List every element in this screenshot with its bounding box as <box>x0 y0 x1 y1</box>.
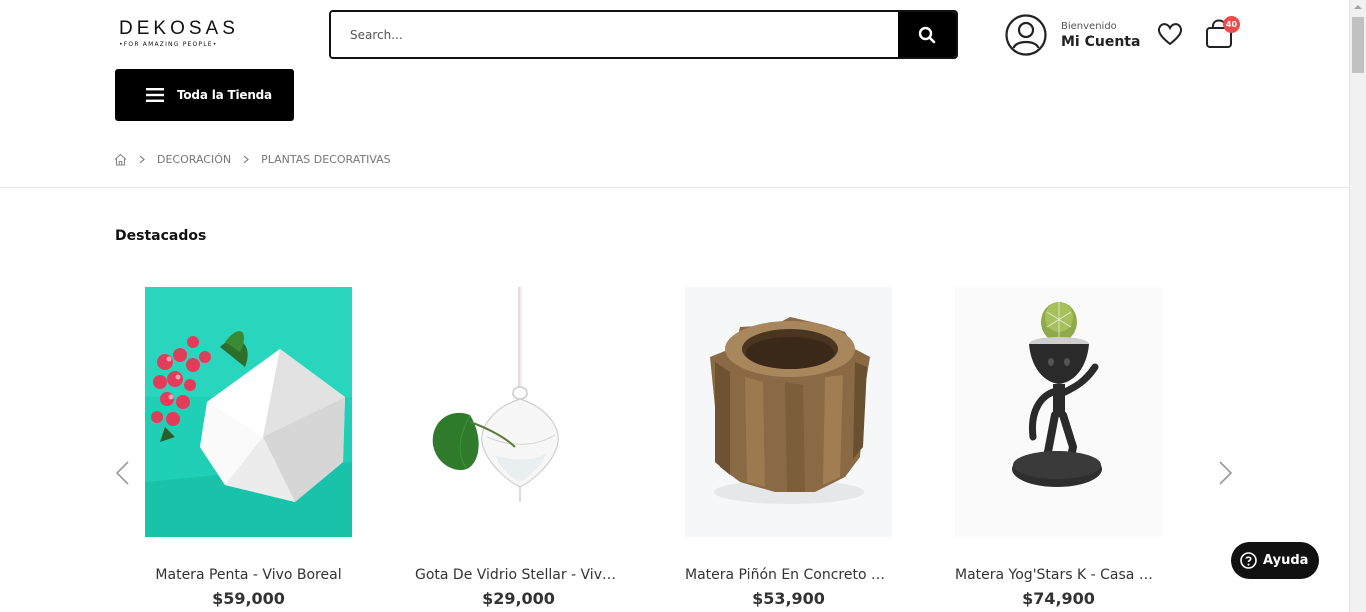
scrollbar-thumb[interactable] <box>1352 17 1364 73</box>
chevron-right-icon <box>139 155 145 164</box>
scrollbar[interactable] <box>1349 0 1366 612</box>
search-button[interactable] <box>898 12 956 57</box>
product-card[interactable]: Gota De Vidrio Stellar - Vivo Boreal $29… <box>415 287 622 608</box>
all-store-button[interactable]: Toda la Tienda <box>115 69 294 121</box>
help-icon <box>1240 552 1257 569</box>
all-store-label: Toda la Tienda <box>177 88 272 102</box>
product-name[interactable]: Gota De Vidrio Stellar - Vivo Boreal <box>415 567 622 583</box>
account-label: Mi Cuenta <box>1061 33 1141 50</box>
header-divider <box>0 187 1350 188</box>
logo-wordmark: DEKOSAS <box>119 18 239 39</box>
product-card[interactable]: Matera Piñón En Concreto Café $53,900 <box>685 287 892 608</box>
product-image[interactable] <box>955 287 1162 537</box>
product-name[interactable]: Matera Yog'Stars K - Casa Rainbow <box>955 567 1162 583</box>
product-price: $59,000 <box>212 589 285 608</box>
product-price: $29,000 <box>482 589 555 608</box>
product-image[interactable] <box>685 287 892 537</box>
search-icon <box>918 26 936 43</box>
search-input[interactable] <box>331 12 898 57</box>
product-image[interactable] <box>145 287 352 537</box>
breadcrumb: DECORACIÓN PLANTAS DECORATIVAS <box>114 153 391 166</box>
chevron-left-icon[interactable] <box>113 460 131 486</box>
chevron-right-icon[interactable] <box>1217 460 1235 486</box>
product-image[interactable] <box>415 287 622 537</box>
product-price: $74,900 <box>1022 589 1095 608</box>
logo-tagline: •FOR AMAZING PEOPLE• <box>119 41 218 48</box>
account-link[interactable]: Bienvenido Mi Cuenta <box>1005 14 1140 56</box>
product-name[interactable]: Matera Penta - Vivo Boreal <box>145 567 352 583</box>
product-card[interactable]: Matera Penta - Vivo Boreal $59,000 <box>145 287 352 608</box>
help-button[interactable]: Ayuda <box>1231 542 1319 579</box>
wishlist-icon[interactable] <box>1156 20 1184 48</box>
help-label: Ayuda <box>1263 553 1309 568</box>
product-card[interactable]: Matera Yog'Stars K - Casa Rainbow $74,90… <box>955 287 1162 608</box>
user-icon <box>1005 14 1047 56</box>
cart-count-badge: 40 <box>1223 16 1240 33</box>
product-name[interactable]: Matera Piñón En Concreto Café <box>685 567 892 583</box>
welcome-text: Bienvenido <box>1061 20 1117 32</box>
product-price: $53,900 <box>752 589 825 608</box>
menu-icon <box>146 88 164 102</box>
breadcrumb-item-decoracion[interactable]: DECORACIÓN <box>157 153 231 166</box>
logo[interactable]: DEKOSAS •FOR AMAZING PEOPLE• <box>119 18 239 48</box>
breadcrumb-item-plantas[interactable]: PLANTAS DECORATIVAS <box>261 153 391 166</box>
section-title: Destacados <box>115 228 207 244</box>
scroll-up-arrow-icon[interactable] <box>1354 5 1362 9</box>
home-icon[interactable] <box>114 153 127 166</box>
chevron-right-icon <box>243 155 249 164</box>
search-bar <box>329 10 958 59</box>
